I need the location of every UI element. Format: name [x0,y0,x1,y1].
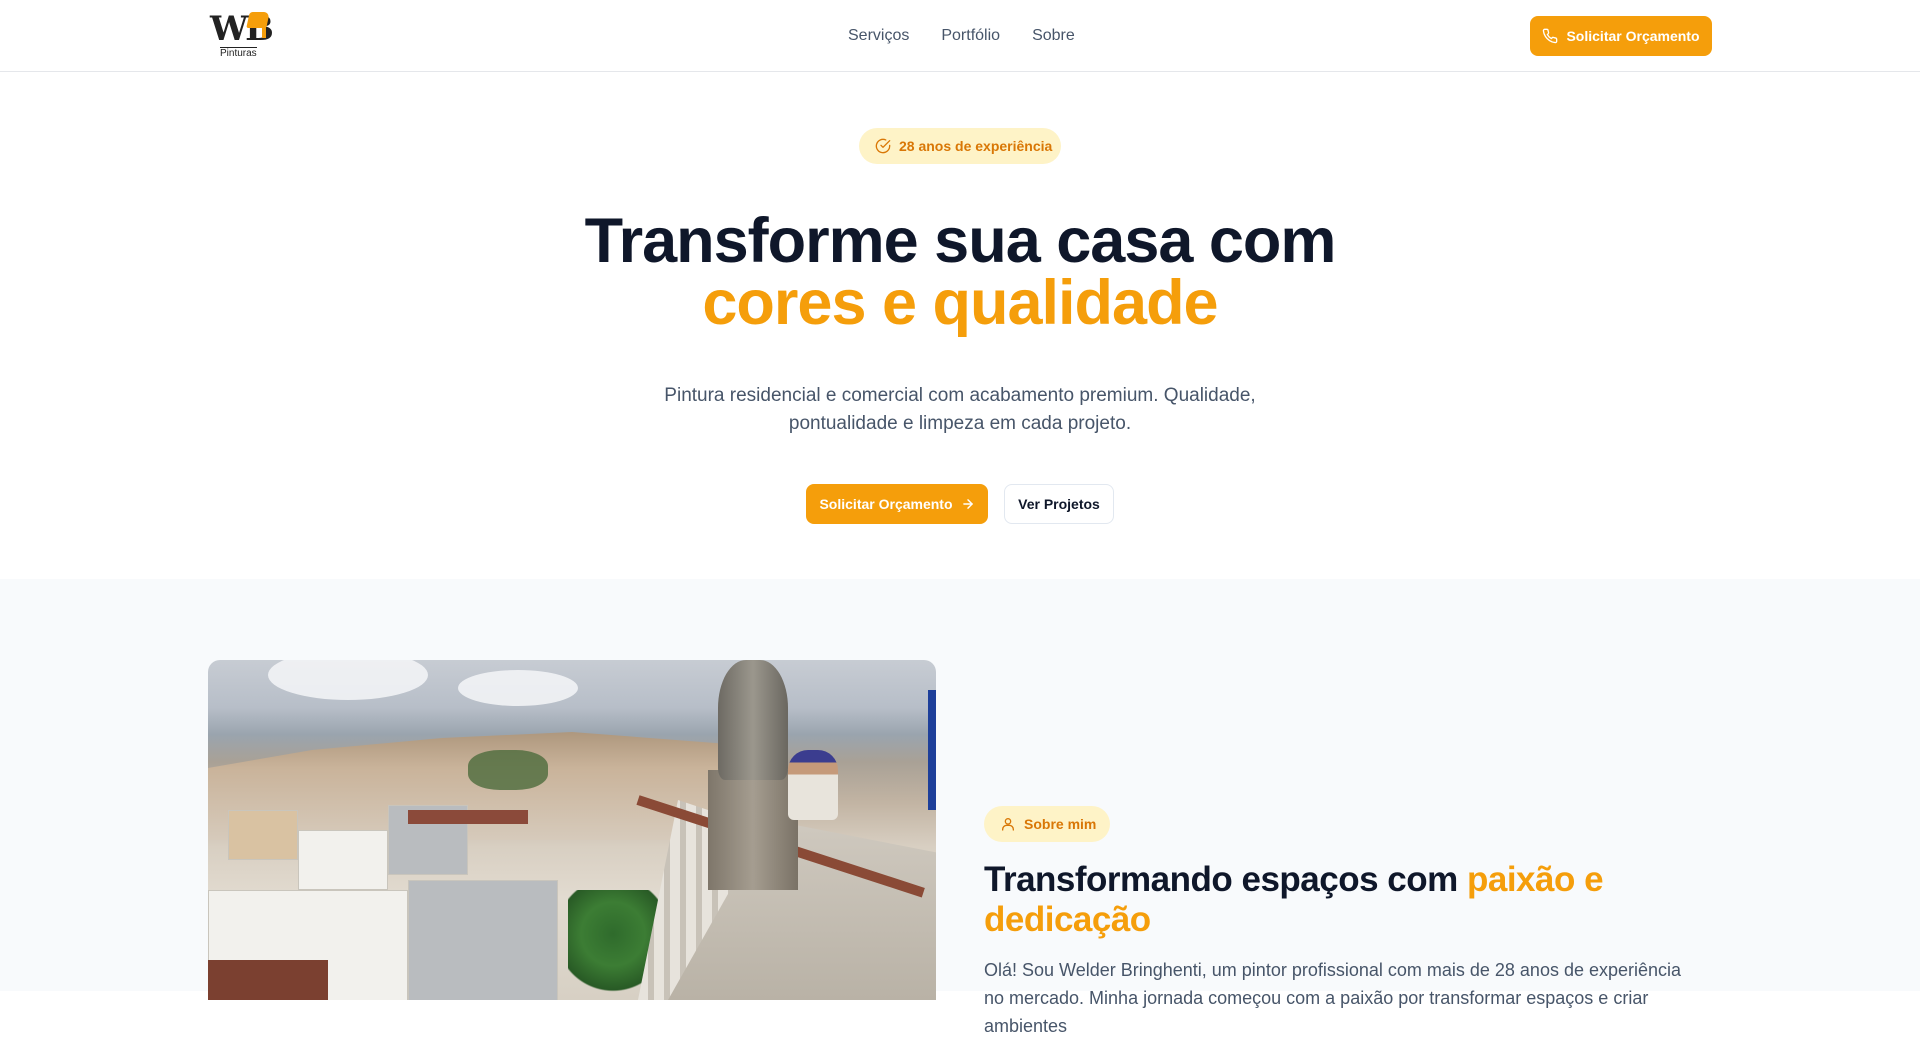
about-badge-label: Sobre mim [1024,816,1097,832]
site-header: WB Pinturas Serviços Portfólio Sobre Sol… [0,0,1920,72]
building-shape [298,830,388,890]
phone-icon [1542,28,1558,44]
building-edge-shape [928,690,936,810]
nav-link-portfolio[interactable]: Portfólio [941,26,1000,46]
urn-ornament-shape [718,660,788,780]
pillar-shape [708,770,798,890]
main-nav: Serviços Portfólio Sobre [848,26,1075,46]
hero-title-line1: Transforme sua casa com [584,206,1337,276]
hero-subtitle: Pintura residencial e comercial com acab… [664,385,1256,434]
building-shape [408,880,558,1000]
header-quote-button[interactable]: Solicitar Orçamento [1530,16,1712,56]
header-quote-label: Solicitar Orçamento [1566,28,1700,44]
about-photo [208,660,936,1000]
paint-roller-icon [246,12,270,28]
hero-title: Transforme sua casa com cores e qualidad… [0,206,1920,338]
about-text: Olá! Sou Welder Bringhenti, um pintor pr… [984,960,1682,1036]
arrow-right-icon [961,497,975,511]
logo-subtitle: Pinturas [220,47,257,59]
experience-badge-label: 28 anos de experiência [899,138,1053,154]
hero-quote-label: Solicitar Orçamento [819,496,953,512]
cloud-shape [458,670,578,706]
user-icon [1000,816,1016,832]
cloud-shape [268,660,428,700]
about-badge: Sobre mim [984,806,1110,842]
about-title-text: Transformando espaços com [984,860,1467,899]
hero-title-highlight: cores e qualidade [702,268,1218,338]
nav-link-sobre[interactable]: Sobre [1032,26,1075,46]
experience-badge: 28 anos de experiência [859,128,1061,164]
hero-quote-button[interactable]: Solicitar Orçamento [806,484,988,524]
painter-figure [788,750,838,820]
about-title: Transformando espaços com paixão e dedic… [984,860,1684,940]
roof-shape [208,960,328,1000]
trees-shape [468,750,548,790]
logo[interactable]: WB Pinturas [210,10,274,60]
check-circle-icon [875,138,891,154]
building-shape [228,810,298,860]
roof-shape [408,810,528,824]
paint-roller-handle [262,24,266,38]
view-projects-button[interactable]: Ver Projetos [1004,484,1114,524]
nav-link-servicos[interactable]: Serviços [848,26,909,46]
